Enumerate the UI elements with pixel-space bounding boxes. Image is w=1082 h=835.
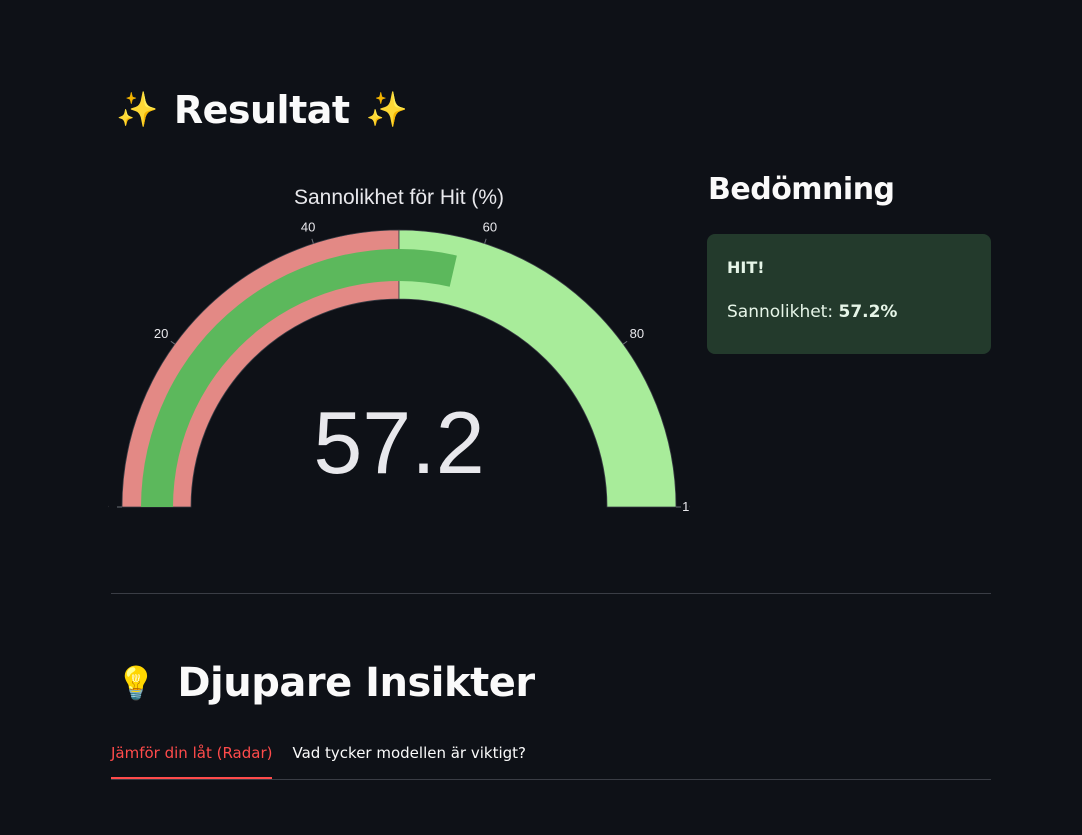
- probability-label: Sannolikhet:: [727, 302, 839, 322]
- lightbulb-icon: 💡: [116, 664, 156, 702]
- probability-gauge: Sannolikhet för Hit (%) 0 20 40 60 80 100 57.…: [108, 176, 690, 521]
- tab-label: Jämför din låt (Radar): [111, 744, 273, 762]
- sparkles-icon: ✨: [116, 90, 158, 130]
- sparkles-icon: ✨: [365, 90, 408, 130]
- assessment-probability: Sannolikhet: 57.2%: [727, 302, 971, 322]
- probability-value: 57.2%: [838, 302, 898, 322]
- gauge-value: 57.2: [313, 393, 484, 492]
- tab-feature-importance[interactable]: Vad tycker modellen är viktigt?: [292, 728, 526, 778]
- section-divider: [111, 593, 991, 594]
- insights-heading: 💡 Djupare Insikter: [116, 655, 535, 711]
- gauge-tick-label: 80: [630, 326, 644, 341]
- assessment-title: Bedömning: [708, 172, 895, 207]
- gauge-tick: [484, 238, 487, 244]
- gauge-tick: [170, 340, 176, 345]
- gauge-tick-label: 0: [108, 499, 109, 514]
- tab-label: Vad tycker modellen är viktigt?: [292, 744, 527, 762]
- tab-radar-compare[interactable]: Jämför din låt (Radar): [111, 728, 273, 779]
- insights-tabs: Jämför din låt (Radar) Vad tycker modell…: [111, 728, 991, 780]
- gauge-tick-label: 20: [154, 326, 168, 341]
- gauge-tick-label: 40: [301, 219, 315, 234]
- gauge-tick-label: 100: [682, 499, 690, 514]
- insights-title: Djupare Insikter: [177, 660, 535, 706]
- gauge-title: Sannolikhet för Hit (%): [294, 186, 504, 209]
- gauge-chart: Sannolikhet för Hit (%) 0 20 40 60 80 100 57.…: [108, 186, 690, 514]
- results-heading: ✨ Resultat ✨: [116, 84, 408, 136]
- results-title: Resultat: [173, 88, 350, 132]
- gauge-tick-label: 60: [483, 219, 497, 234]
- gauge-tick: [311, 238, 314, 244]
- gauge-tick: [622, 340, 628, 345]
- assessment-verdict: HIT!: [727, 258, 765, 277]
- page: ✨ Resultat ✨ Sannolikhet för Hit (%) 0 20…: [0, 0, 1082, 835]
- assessment-box: HIT! Sannolikhet: 57.2%: [707, 234, 991, 354]
